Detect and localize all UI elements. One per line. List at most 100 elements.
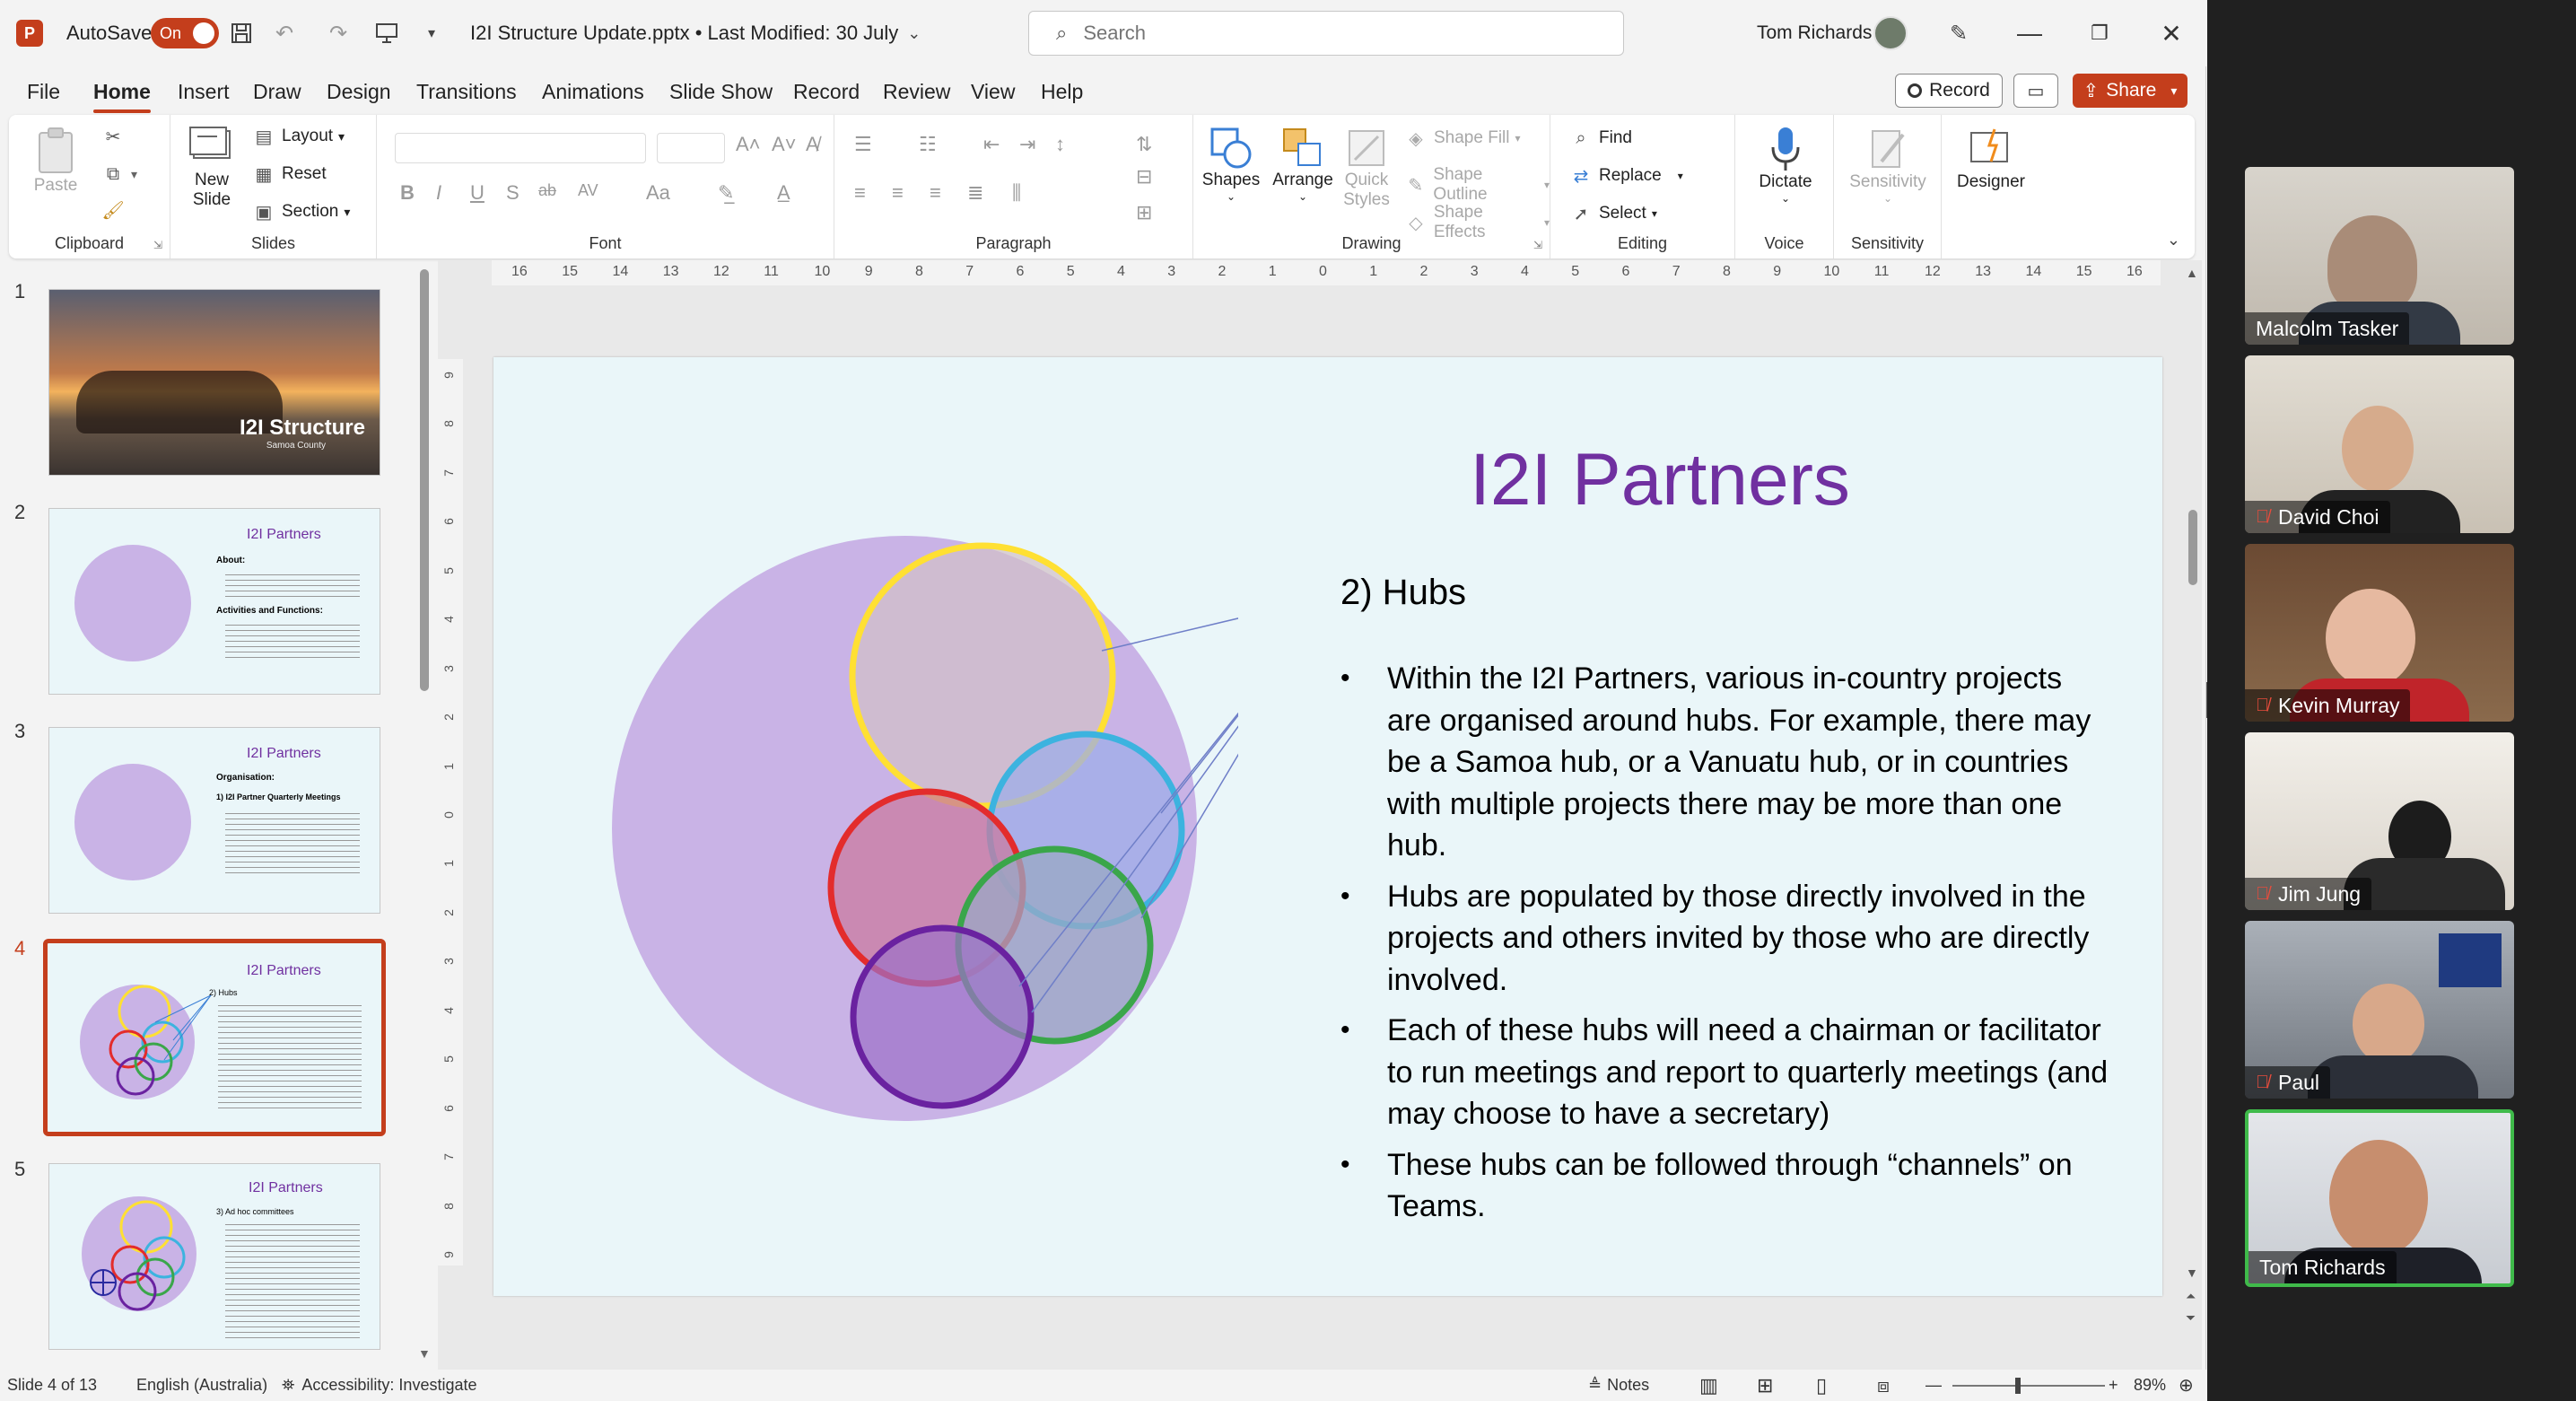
quick-styles-button[interactable]: Quick Styles — [1337, 126, 1396, 210]
paste-button[interactable]: Paste — [29, 126, 83, 196]
record-button[interactable]: Record — [1895, 74, 2003, 108]
tab-record[interactable]: Record — [793, 66, 860, 117]
reset-button[interactable]: ▦ Reset — [253, 163, 327, 185]
hub-circle-purple[interactable] — [850, 924, 1035, 1109]
search-box[interactable]: ⌕ — [1028, 11, 1624, 56]
numbering-icon[interactable]: ☷ — [919, 133, 937, 156]
tab-insert[interactable]: Insert — [178, 66, 230, 117]
thumbnail-slide-2[interactable]: I2I Partners About: Activities and Funct… — [48, 508, 380, 695]
copy-button[interactable]: ⧉ ▾ — [102, 163, 137, 185]
columns-icon[interactable]: ⫼ — [1012, 181, 1021, 205]
participant-tile-active-speaker[interactable]: Tom Richards — [2245, 1109, 2514, 1287]
section-button[interactable]: ▣ Section ▾ — [253, 201, 351, 223]
select-button[interactable]: ➚ Select ▾ — [1570, 203, 1657, 224]
slide-scrollbar[interactable]: ▲ ▼ ⏶ ⏷ — [2184, 260, 2202, 1373]
search-input[interactable] — [1083, 22, 1586, 45]
scroll-up-icon[interactable]: ▲ — [2186, 266, 2198, 280]
comments-button[interactable]: ▭ — [2013, 74, 2058, 108]
arrange-button[interactable]: Arrange ⌄ — [1269, 126, 1337, 203]
participant-tile[interactable]: Malcolm Tasker — [2245, 167, 2514, 345]
tab-animations[interactable]: Animations — [542, 66, 644, 117]
bullets-icon[interactable]: ☰ — [854, 133, 872, 156]
thumbnail-slide-1[interactable]: I2I Structure Samoa County — [48, 289, 380, 476]
align-left-icon[interactable]: ≡ — [854, 181, 866, 205]
align-right-icon[interactable]: ≡ — [930, 181, 941, 205]
font-color-icon[interactable]: A̲ — [777, 181, 790, 205]
format-painter-button[interactable]: 🖌 — [101, 199, 131, 221]
next-slide-icon[interactable]: ⏷ — [2186, 1310, 2196, 1326]
tab-slide-show[interactable]: Slide Show — [669, 66, 773, 117]
zoom-out-icon[interactable]: — — [1925, 1370, 1942, 1401]
tab-transitions[interactable]: Transitions — [416, 66, 517, 117]
participant-tile[interactable]: 🎙̸ Jim Jung — [2245, 732, 2514, 910]
zoom-slider-thumb[interactable] — [2015, 1377, 2021, 1394]
tab-view[interactable]: View — [971, 66, 1015, 117]
align-center-icon[interactable]: ≡ — [892, 181, 904, 205]
scrollbar-thumb[interactable] — [2188, 510, 2197, 585]
reading-view-icon[interactable]: ▯ — [1816, 1370, 1827, 1401]
user-avatar[interactable] — [1873, 16, 1908, 50]
designer-button[interactable]: Designer — [1951, 126, 2031, 192]
slide-title[interactable]: I2I Partners — [1409, 438, 1911, 522]
undo-icon[interactable]: ↶ — [269, 18, 300, 48]
highlight-icon[interactable]: ✎̲ — [718, 181, 734, 205]
slide-bullet-list[interactable]: • Within the I2I Partners, various in-cou… — [1340, 658, 2112, 1237]
text-direction-icon[interactable]: ⇅ — [1136, 133, 1152, 156]
new-slide-button[interactable]: New Slide — [183, 126, 240, 210]
shape-outline-button[interactable]: ✎ Shape Outline ▾ — [1405, 165, 1550, 205]
smartart-icon[interactable]: ⊞ — [1136, 201, 1152, 224]
character-spacing-button[interactable]: AV — [578, 181, 598, 200]
collapse-ribbon-icon[interactable]: ⌄ — [2167, 231, 2180, 250]
chevron-down-icon[interactable]: ⌄ — [907, 24, 921, 43]
participant-tile[interactable]: 🎙̸ Paul — [2245, 921, 2514, 1099]
tab-help[interactable]: Help — [1041, 66, 1083, 117]
share-dropdown-icon[interactable]: ▾ — [2170, 83, 2177, 99]
dialog-launcher-icon[interactable]: ⇲ — [1533, 239, 1542, 251]
clear-formatting-icon[interactable]: A̸ — [806, 133, 819, 156]
italic-button[interactable]: I — [436, 181, 441, 205]
document-title[interactable]: I2I Structure Update.pptx • Last Modifie… — [470, 22, 898, 45]
scroll-down-icon[interactable]: ▼ — [2186, 1265, 2198, 1280]
bold-button[interactable]: B — [400, 181, 415, 205]
decrease-font-icon[interactable]: A˅ — [772, 133, 797, 156]
save-icon[interactable] — [226, 18, 257, 48]
line-spacing-icon[interactable]: ↕ — [1055, 133, 1065, 156]
decrease-indent-icon[interactable]: ⇤ — [983, 133, 1000, 156]
notes-button[interactable]: ≜ Notes — [1588, 1370, 1649, 1401]
thumbnail-slide-3[interactable]: I2I Partners Organisation: 1) I2I Partne… — [48, 727, 380, 914]
increase-font-icon[interactable]: A˄ — [736, 133, 761, 156]
justify-icon[interactable]: ≣ — [967, 181, 983, 205]
language-indicator[interactable]: English (Australia) — [136, 1370, 267, 1401]
font-size-combo[interactable] — [657, 133, 725, 163]
slide-canvas[interactable]: I2I Partners 2) Hubs • Within the I2I Par… — [493, 357, 2162, 1296]
thumbnail-slide-4[interactable]: I2I Partners 2) Hubs — [43, 939, 386, 1136]
share-button[interactable]: ⇪ Share ▾ — [2073, 74, 2187, 108]
user-name[interactable]: Tom Richards — [1757, 22, 1872, 44]
tab-design[interactable]: Design — [327, 66, 391, 117]
increase-indent-icon[interactable]: ⇥ — [1019, 133, 1035, 156]
zoom-slider[interactable] — [1952, 1370, 2105, 1401]
tab-review[interactable]: Review — [883, 66, 950, 117]
underline-button[interactable]: U — [470, 181, 485, 205]
dialog-launcher-icon[interactable]: ⇲ — [153, 239, 162, 251]
change-case-button[interactable]: Aa — [646, 181, 670, 205]
strikethrough-button[interactable]: ab — [538, 181, 556, 200]
cut-button[interactable]: ✂ — [102, 126, 131, 147]
scroll-down-icon[interactable]: ▼ — [418, 1346, 431, 1361]
shadow-button[interactable]: S — [506, 181, 520, 205]
slide-subtitle[interactable]: 2) Hubs — [1340, 573, 1466, 613]
shapes-button[interactable]: Shapes ⌄ — [1199, 126, 1263, 203]
present-icon[interactable] — [371, 18, 402, 48]
slide-sorter-icon[interactable]: ⊞ — [1757, 1370, 1773, 1401]
redo-icon[interactable]: ↷ — [323, 18, 354, 48]
tab-draw[interactable]: Draw — [253, 66, 301, 117]
tab-home[interactable]: Home — [93, 66, 151, 117]
participant-tile[interactable]: 🎙̸ David Choi — [2245, 355, 2514, 533]
copy-dropdown-icon[interactable]: ▾ — [131, 167, 137, 182]
accessibility-status[interactable]: ⛯ Accessibility: Investigate — [282, 1370, 477, 1401]
customize-qat-icon[interactable]: ▾ — [416, 18, 447, 48]
zoom-level[interactable]: 89% — [2134, 1370, 2166, 1401]
close-icon[interactable]: ✕ — [2135, 0, 2207, 66]
previous-slide-icon[interactable]: ⏶ — [2186, 1289, 2196, 1304]
normal-view-icon[interactable]: ▥ — [1699, 1370, 1718, 1401]
